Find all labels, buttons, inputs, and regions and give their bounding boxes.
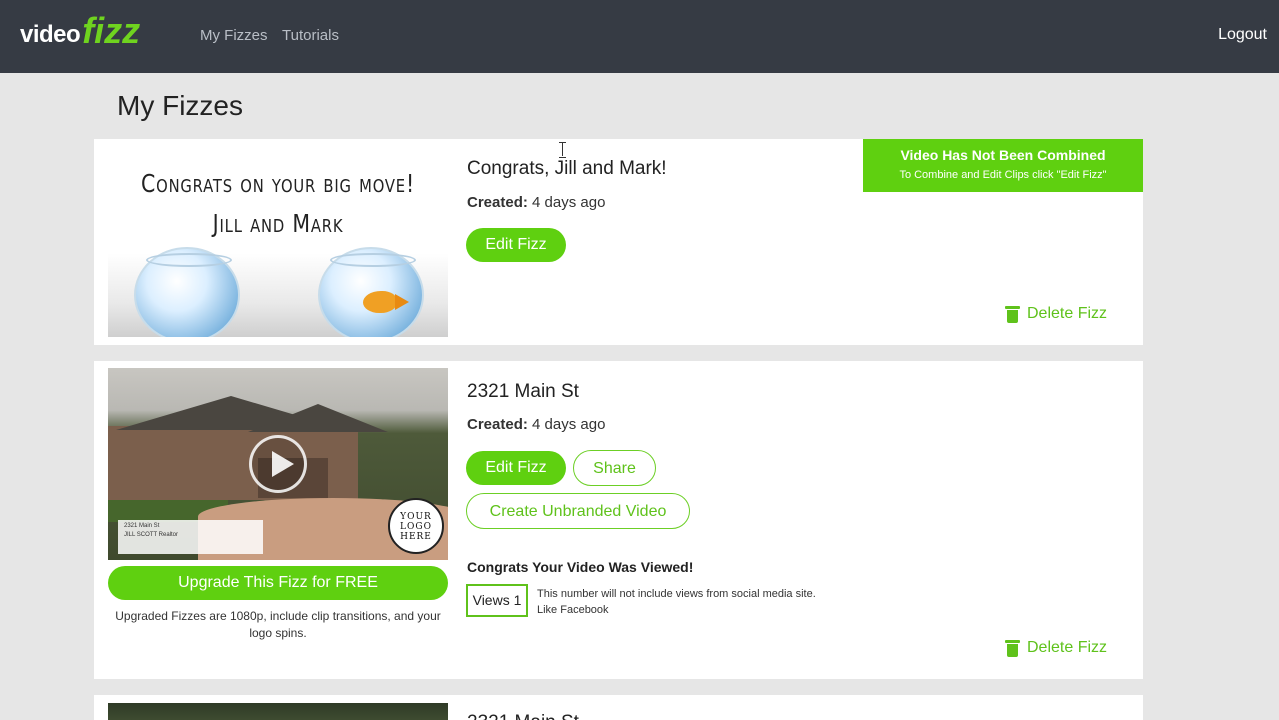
created-label: Created: bbox=[467, 416, 528, 433]
views-note-line: Like Facebook bbox=[537, 604, 609, 616]
fizz-title: Congrats, Jill and Mark! bbox=[467, 158, 667, 179]
views-note: This number will not include views from … bbox=[537, 586, 857, 618]
page-title: My Fizzes bbox=[117, 90, 243, 121]
thumbnail-text: Congrats on your big move! bbox=[140, 169, 415, 198]
logout-link[interactable]: Logout bbox=[1218, 26, 1267, 44]
house-photo bbox=[248, 404, 388, 432]
upgrade-fizz-button[interactable]: Upgrade This Fizz for FREE bbox=[108, 566, 448, 600]
text-cursor-icon bbox=[559, 142, 567, 158]
created-value: 4 days ago bbox=[532, 416, 606, 433]
thumbnail-agent: JILL SCOTT Realtor bbox=[124, 532, 179, 538]
fizz-card: Congrats on your big move! Jill and Mark… bbox=[94, 139, 1143, 345]
status-title: Video Has Not Been Combined bbox=[900, 147, 1106, 163]
nav-link-my-fizzes[interactable]: My Fizzes bbox=[200, 27, 268, 44]
thumbnail-address: 2321 Main St bbox=[124, 523, 160, 529]
delete-fizz-label: Delete Fizz bbox=[1027, 305, 1108, 322]
logo-video-text: video bbox=[20, 21, 81, 48]
delete-fizz-button[interactable]: Delete Fizz bbox=[1005, 305, 1107, 323]
views-note-line: This number will not include views from … bbox=[537, 588, 816, 600]
fizz-thumbnail[interactable]: Congrats on your big move! Jill and Mark bbox=[108, 151, 448, 337]
share-button[interactable]: Share bbox=[573, 450, 656, 486]
status-banner: Video Has Not Been Combined To Combine a… bbox=[863, 139, 1143, 192]
trash-icon bbox=[1005, 639, 1020, 657]
fizz-title: 2321 Main St bbox=[467, 381, 579, 402]
created-info: Created: 4 days ago bbox=[467, 416, 605, 433]
fizz-thumbnail[interactable]: 2321 Main St JILL SCOTT Realtor YOUR LOG… bbox=[108, 368, 448, 560]
your-logo-badge: YOUR LOGO HERE bbox=[388, 498, 444, 554]
videofizz-logo[interactable]: video fizz bbox=[20, 10, 141, 51]
fizz-card: 2321 Main St bbox=[94, 695, 1143, 720]
trash-icon bbox=[1005, 305, 1020, 323]
fizz-card: 2321 Main St JILL SCOTT Realtor YOUR LOG… bbox=[94, 361, 1143, 679]
fizz-thumbnail[interactable] bbox=[108, 703, 448, 720]
fishbowl-image bbox=[134, 247, 240, 337]
create-unbranded-video-button[interactable]: Create Unbranded Video bbox=[466, 493, 690, 529]
logo-fizz-text: fizz bbox=[82, 10, 141, 51]
upgrade-note: Upgraded Fizzes are 1080p, include clip … bbox=[115, 609, 441, 640]
thumbnail-info-bar: 2321 Main St JILL SCOTT Realtor bbox=[118, 520, 263, 554]
fizz-title: 2321 Main St bbox=[467, 712, 579, 720]
created-value: 4 days ago bbox=[532, 194, 606, 211]
thumbnail-text: Jill and Mark bbox=[212, 209, 344, 238]
goldfish-image bbox=[363, 291, 409, 313]
edit-fizz-button[interactable]: Edit Fizz bbox=[466, 228, 566, 262]
delete-fizz-button[interactable]: Delete Fizz bbox=[1005, 639, 1107, 657]
views-count: Views 1 bbox=[466, 584, 528, 617]
created-info: Created: 4 days ago bbox=[467, 194, 605, 211]
viewed-title: Congrats Your Video Was Viewed! bbox=[467, 559, 694, 575]
play-icon[interactable] bbox=[249, 435, 307, 493]
nav-link-tutorials[interactable]: Tutorials bbox=[282, 27, 339, 44]
created-label: Created: bbox=[467, 194, 528, 211]
top-nav: video fizz My Fizzes Tutorials Logout bbox=[0, 0, 1279, 73]
delete-fizz-label: Delete Fizz bbox=[1027, 639, 1108, 656]
status-subtitle: To Combine and Edit Clips click "Edit Fi… bbox=[899, 169, 1107, 181]
edit-fizz-button[interactable]: Edit Fizz bbox=[466, 451, 566, 485]
